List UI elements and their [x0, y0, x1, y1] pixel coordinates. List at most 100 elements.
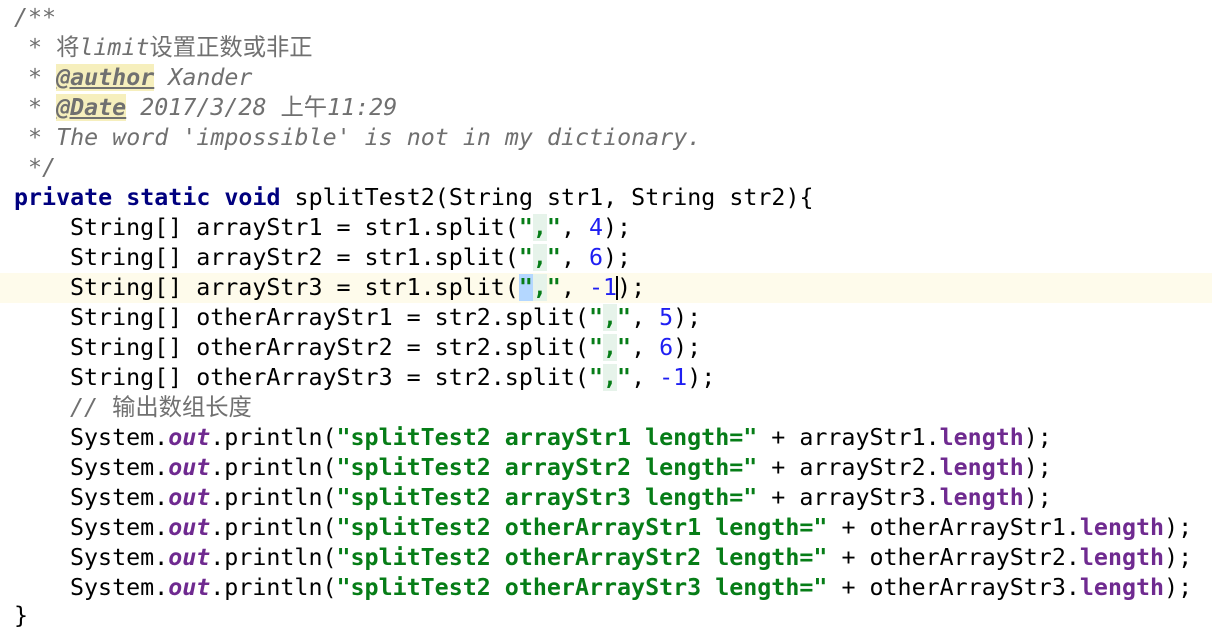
arg-separator: , — [560, 214, 589, 241]
statement-end: ); — [1164, 574, 1193, 601]
dot: . — [925, 484, 940, 511]
plus-operator: + — [827, 514, 870, 541]
arg-separator: , — [560, 244, 589, 271]
split-limit-number: 4 — [589, 214, 604, 241]
javadoc-open-text: /** — [14, 4, 57, 31]
closing-brace: } — [14, 602, 29, 629]
field-length: length — [1079, 544, 1165, 571]
dot: . — [925, 454, 940, 481]
statement-end: ); — [617, 274, 646, 301]
static-field-out: out — [168, 454, 211, 481]
code-line-print-5: System.out.println("splitTest2 otherArra… — [0, 543, 1212, 573]
arg-separator: , — [631, 364, 660, 391]
static-field-out: out — [168, 424, 211, 451]
javadoc-star: * — [14, 94, 57, 121]
javadoc-close: */ — [0, 153, 1212, 183]
system-class: System. — [70, 454, 169, 481]
static-field-out: out — [168, 544, 211, 571]
field-length: length — [939, 424, 1024, 451]
system-class: System. — [70, 514, 169, 541]
println-call: .println( — [210, 514, 337, 541]
plus-operator: + — [827, 574, 870, 601]
method-signature: private static void splitTest2(String st… — [0, 183, 1212, 213]
dot: . — [1065, 514, 1080, 541]
statement-end: ); — [673, 304, 702, 331]
split-limit-number: 6 — [589, 244, 604, 271]
comma-highlight: , — [603, 334, 618, 361]
statement-end: ); — [1023, 454, 1052, 481]
kw-void: void — [224, 184, 281, 211]
str-literal: "splitTest2 arrayStr1 length=" — [336, 424, 758, 451]
dot: . — [1065, 544, 1080, 571]
statement-end: ); — [603, 244, 632, 271]
field-length: length — [939, 454, 1024, 481]
code-line-closing-brace: } — [0, 601, 1212, 631]
javadoc-text-c: 设置正数或非正 — [149, 34, 313, 61]
dot: . — [1065, 574, 1080, 601]
println-call: .println( — [210, 574, 337, 601]
statement-end: ); — [1164, 514, 1193, 541]
plus-operator: + — [827, 544, 870, 571]
variable-ref: arrayStr3 — [799, 484, 926, 511]
code-line-split-3-current[interactable]: String[] arrayStr3 = str1.split(",", -1)… — [0, 273, 1212, 303]
javadoc-date-tag: @Date — [56, 94, 127, 121]
javadoc-open: /** — [0, 3, 1212, 33]
statement-end: ); — [673, 334, 702, 361]
split-prefix: String[] otherArrayStr2 = str2.split( — [70, 334, 589, 361]
system-class: System. — [70, 484, 169, 511]
code-line-split-1: String[] arrayStr1 = str1.split(",", 4); — [0, 213, 1212, 243]
split-limit-number: 5 — [659, 304, 674, 331]
split-prefix: String[] arrayStr1 = str1.split( — [70, 214, 519, 241]
arg-separator: , — [560, 274, 589, 301]
println-call: .println( — [210, 424, 337, 451]
code-editor[interactable]: /** * 将limit设置正数或非正 * @author Xander * @… — [0, 0, 1212, 632]
code-line-print-3: System.out.println("splitTest2 arrayStr3… — [0, 483, 1212, 513]
split-limit-number: -1 — [589, 274, 618, 301]
static-field-out: out — [168, 484, 211, 511]
str-quote: " — [588, 364, 603, 391]
arg-separator: , — [631, 334, 660, 361]
arg-separator: , — [631, 304, 660, 331]
code-line-split-4: String[] otherArrayStr1 = str2.split(","… — [0, 303, 1212, 333]
variable-ref: arrayStr1 — [799, 424, 926, 451]
javadoc-date-time: 11:29 — [327, 94, 398, 121]
comma-highlight: , — [532, 274, 547, 301]
str-literal: "splitTest2 otherArrayStr1 length=" — [336, 514, 828, 541]
plus-operator: + — [757, 424, 800, 451]
field-length: length — [939, 484, 1024, 511]
statement-end: ); — [1023, 424, 1052, 451]
javadoc-author-value: Xander — [154, 64, 253, 91]
javadoc-line-author: * @author Xander — [0, 63, 1212, 93]
println-call: .println( — [210, 544, 337, 571]
kw-private: private — [14, 184, 113, 211]
split-prefix: String[] arrayStr3 = str1.split( — [70, 274, 519, 301]
javadoc-line-quote: * The word 'impossible' is not in my dic… — [0, 123, 1212, 153]
str-quote: " — [588, 334, 603, 361]
str-quote: " — [617, 304, 632, 331]
comment-slashes: // — [70, 394, 113, 421]
static-field-out: out — [168, 574, 211, 601]
code-line-split-5: String[] otherArrayStr2 = str2.split(","… — [0, 333, 1212, 363]
comma-highlight: , — [603, 364, 618, 391]
system-class: System. — [70, 574, 169, 601]
println-call: .println( — [210, 454, 337, 481]
static-field-out: out — [168, 514, 211, 541]
str-quote: " — [518, 214, 533, 241]
comment-text: 输出数组长度 — [112, 394, 252, 421]
code-line-print-2: System.out.println("splitTest2 arrayStr2… — [0, 453, 1212, 483]
dot: . — [925, 424, 940, 451]
code-line-split-2: String[] arrayStr2 = str1.split(",", 6); — [0, 243, 1212, 273]
javadoc-author-tag: @author — [56, 64, 155, 91]
str-literal: "splitTest2 arrayStr3 length=" — [336, 484, 758, 511]
statement-end: ); — [1164, 544, 1193, 571]
field-length: length — [1079, 574, 1165, 601]
str-quote: " — [546, 244, 561, 271]
str-literal: "splitTest2 otherArrayStr2 length=" — [336, 544, 828, 571]
println-call: .println( — [210, 484, 337, 511]
statement-end: ); — [603, 214, 632, 241]
str-quote: " — [546, 274, 561, 301]
javadoc-text-limit: limit — [79, 34, 150, 61]
javadoc-quote: * The word 'impossible' is not in my dic… — [14, 124, 702, 151]
str-quote: " — [518, 244, 533, 271]
statement-end: ); — [687, 364, 716, 391]
